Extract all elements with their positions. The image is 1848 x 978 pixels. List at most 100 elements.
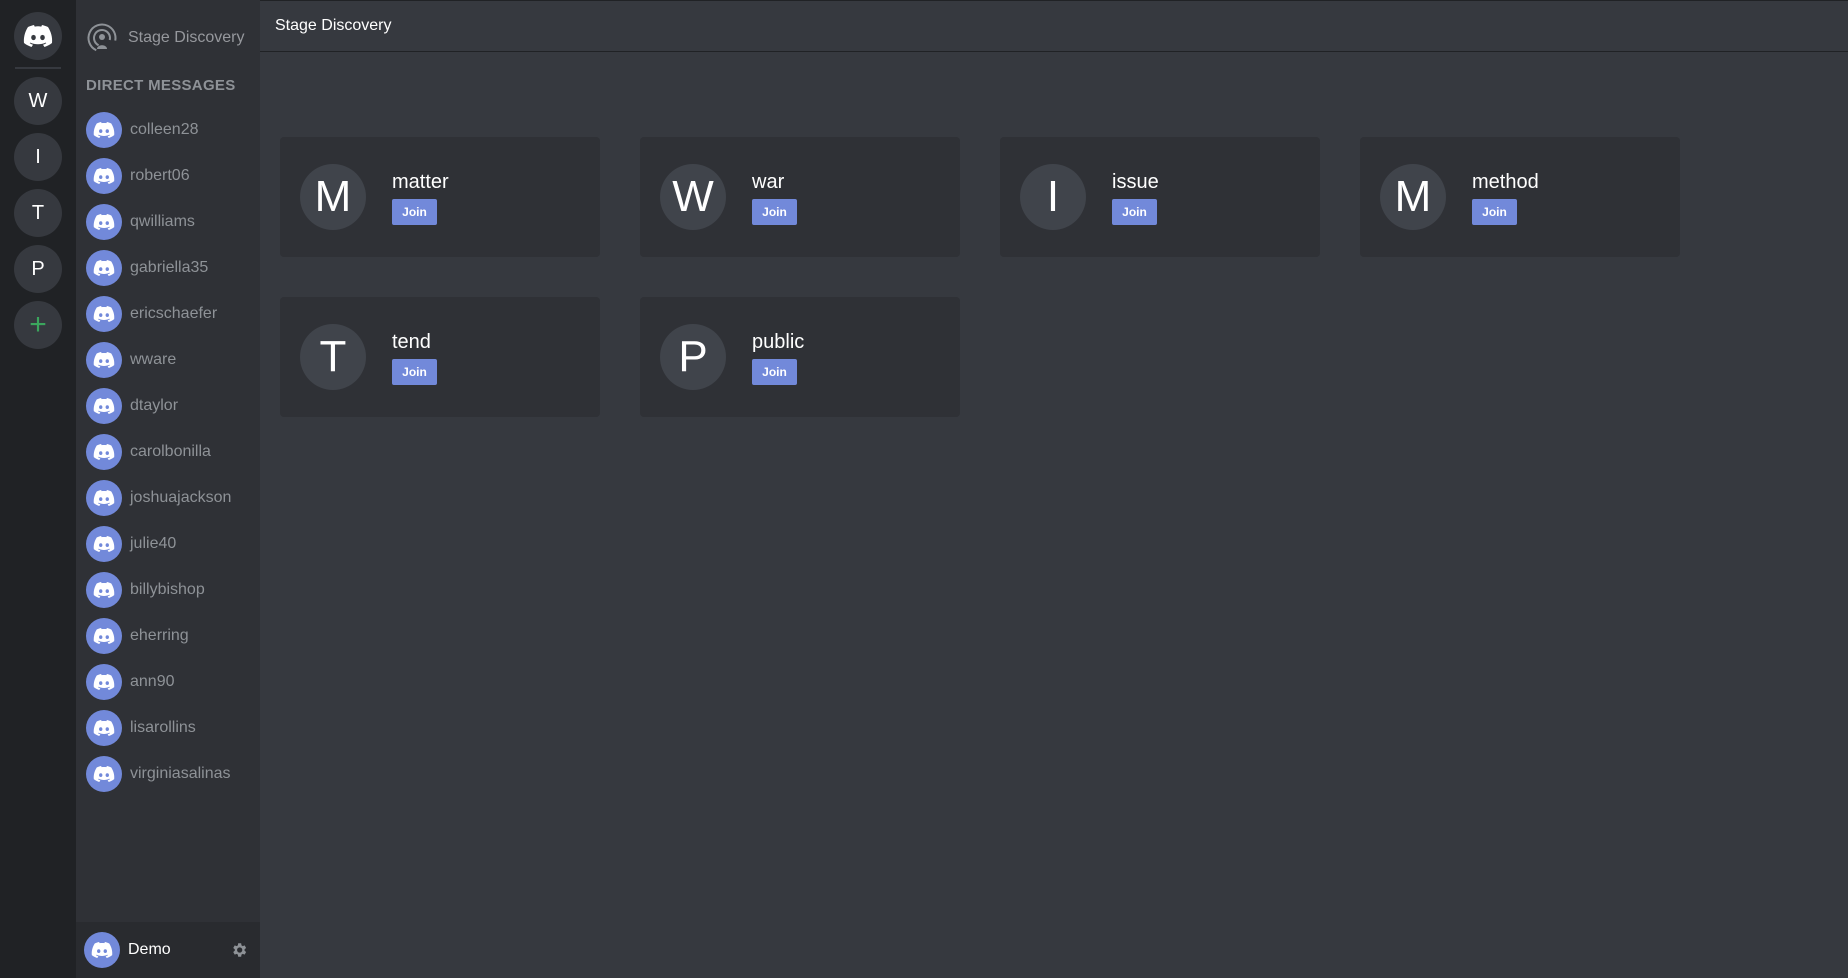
dm-avatar [86,480,122,516]
dm-avatar [86,434,122,470]
discord-logo-icon [93,306,115,322]
dm-item[interactable]: billybishop [86,567,256,613]
dm-heading: DIRECT MESSAGES [86,77,236,94]
discord-logo-icon [93,490,115,506]
discord-logo-icon [93,260,115,276]
discord-logo-icon [93,674,115,690]
dm-item[interactable]: julie40 [86,521,256,567]
dm-item[interactable]: colleen28 [86,107,256,153]
dm-name: billybishop [130,581,205,598]
home-button[interactable] [14,12,62,60]
dm-sidebar: Stage Discovery DIRECT MESSAGES colleen2… [76,0,260,978]
dm-item[interactable]: robert06 [86,153,256,199]
dm-avatar [86,296,122,332]
discord-logo-icon [93,582,115,598]
user-avatar[interactable] [84,932,120,968]
server-t[interactable]: T [14,189,62,237]
discord-logo-icon [23,25,53,47]
dm-avatar [86,250,122,286]
discord-logo-icon [93,628,115,644]
stage-card: P public Join [640,297,960,417]
dm-name: ann90 [130,673,175,690]
stage-card: I issue Join [1000,137,1320,257]
discord-logo-icon [93,766,115,782]
dm-item[interactable]: ann90 [86,659,256,705]
discord-logo-icon [93,720,115,736]
stage-name: matter [392,171,449,193]
dm-item[interactable]: virginiasalinas [86,751,256,797]
dm-avatar [86,388,122,424]
dm-avatar [86,664,122,700]
dm-name: virginiasalinas [130,765,231,782]
dm-name: eherring [130,627,189,644]
stage-avatar: I [1020,164,1086,230]
stage-avatar: W [660,164,726,230]
dm-avatar [86,756,122,792]
header-bar: Stage Discovery [260,0,1848,52]
dm-item[interactable]: eherring [86,613,256,659]
rail-separator [15,67,61,69]
dm-item[interactable]: gabriella35 [86,245,256,291]
dm-name: julie40 [130,535,177,552]
dm-list: colleen28 robert06 qwilliams gabriella35 eri… [86,107,256,797]
dm-item[interactable]: lisarollins [86,705,256,751]
dm-avatar [86,204,122,240]
add-server-button[interactable]: + [14,301,62,349]
dm-name: ericschaefer [130,305,218,322]
discord-logo-icon [93,398,115,414]
stage-name: method [1472,171,1539,193]
stage-discovery-link[interactable]: Stage Discovery [86,22,256,54]
user-panel: Demo [76,922,260,978]
dm-avatar [86,342,122,378]
stage-avatar: P [660,324,726,390]
stage-avatar: T [300,324,366,390]
join-button[interactable]: Join [752,199,797,225]
join-button[interactable]: Join [392,359,437,385]
dm-item[interactable]: qwilliams [86,199,256,245]
dm-avatar [86,526,122,562]
stage-broadcast-icon [87,23,117,53]
dm-item[interactable]: carolbonilla [86,429,256,475]
dm-name: lisarollins [130,719,196,736]
stage-card: M method Join [1360,137,1680,257]
dm-avatar [86,572,122,608]
stage-avatar: M [300,164,366,230]
dm-name: joshuajackson [130,489,232,506]
dm-name: gabriella35 [130,259,209,276]
discord-logo-icon [93,536,115,552]
stage-name: tend [392,331,431,353]
discord-logo-icon [93,168,115,184]
server-rail: W I T P + [0,0,76,978]
stage-card: W war Join [640,137,960,257]
settings-gear-icon[interactable] [230,941,248,964]
dm-name: carolbonilla [130,443,211,460]
dm-item[interactable]: dtaylor [86,383,256,429]
dm-item[interactable]: ericschaefer [86,291,256,337]
discord-logo-icon [93,444,115,460]
join-button[interactable]: Join [392,199,437,225]
join-button[interactable]: Join [1472,199,1517,225]
server-p[interactable]: P [14,245,62,293]
dm-avatar [86,112,122,148]
user-name: Demo [128,941,171,958]
stage-name: public [752,331,805,353]
dm-name: dtaylor [130,397,179,414]
dm-avatar [86,710,122,746]
dm-item[interactable]: joshuajackson [86,475,256,521]
stage-card: M matter Join [280,137,600,257]
dm-name: qwilliams [130,213,195,230]
join-button[interactable]: Join [752,359,797,385]
dm-name: colleen28 [130,121,199,138]
stage-card: T tend Join [280,297,600,417]
join-button[interactable]: Join [1112,199,1157,225]
server-w[interactable]: W [14,77,62,125]
stage-avatar: M [1380,164,1446,230]
dm-item[interactable]: wware [86,337,256,383]
discord-logo-icon [93,122,115,138]
dm-avatar [86,158,122,194]
dm-name: wware [130,351,177,368]
dm-avatar [86,618,122,654]
discord-logo-icon [91,942,113,958]
server-i[interactable]: I [14,133,62,181]
discord-logo-icon [93,214,115,230]
